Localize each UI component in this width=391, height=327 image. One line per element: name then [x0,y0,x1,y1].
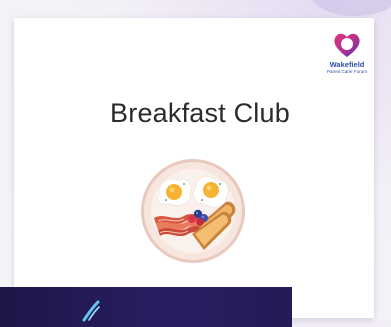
next-slide-panel [0,287,292,327]
slide-title: Breakfast Club [110,98,290,128]
breakfast-plate-icon [141,159,245,263]
heart-logo-icon [334,33,360,57]
logo-name: Wakefield [329,60,365,69]
logo-subtitle: Parent Carer Forum [326,69,367,74]
organization-logo: Wakefield Parent Carer Forum [318,30,376,86]
light-streak-icon [82,300,100,322]
